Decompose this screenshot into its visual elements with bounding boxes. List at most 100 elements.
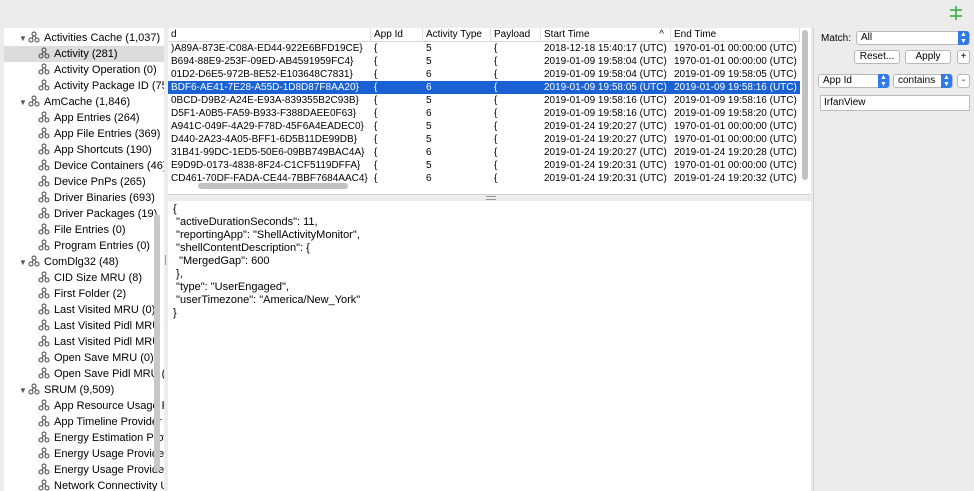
- apply-button[interactable]: Apply: [905, 50, 951, 64]
- table-cell-app: {: [374, 82, 378, 93]
- disclosure-triangle-icon[interactable]: ▼: [18, 383, 28, 399]
- column-header[interactable]: Activity Type: [423, 28, 491, 41]
- tree-item[interactable]: App Timeline Provider (: [4, 414, 164, 430]
- table-row[interactable]: 0BCD-D9B2-A24E-E93A-839355B2C93B} {5 {2019…: [168, 94, 800, 107]
- tree-item[interactable]: Activity Package ID (75: [4, 78, 164, 94]
- node-icon: [38, 319, 54, 332]
- activity-table: d App Id Activity Type Payload Start Time ^ En…: [168, 28, 811, 194]
- node-icon: [38, 207, 54, 220]
- operator-select-value: contains: [898, 75, 936, 86]
- tree-item-label: Open Save Pidl MRU (2: [54, 368, 165, 380]
- tree-item[interactable]: Device Containers (46): [4, 158, 164, 174]
- table-cell-payload: {: [494, 121, 498, 132]
- tree-item[interactable]: Last Visited Pidl MRU L: [4, 334, 164, 350]
- tree-item[interactable]: Open Save Pidl MRU (2: [4, 366, 165, 382]
- operator-select[interactable]: contains ▲ ▼: [893, 74, 953, 88]
- table-cell-end: 2019-01-09 19:58:16 (UTC): [674, 82, 797, 93]
- tree-item[interactable]: Open Save MRU (0): [4, 350, 154, 366]
- filter-value-input[interactable]: IrfanView: [820, 95, 970, 111]
- tree-item[interactable]: App Entries (264): [4, 110, 140, 126]
- table-row[interactable]: E9D9D-0173-4838-8F24-C1CF5119DFFA} {5 {201…: [168, 159, 800, 172]
- table-cell-start: 2019-01-24 19:20:31 (UTC): [544, 173, 667, 184]
- table-cell-start: 2019-01-09 19:58:16 (UTC): [544, 108, 667, 119]
- table-cell-type: 6: [426, 69, 432, 80]
- tree-group[interactable]: ▼ AmCache (1,846): [4, 94, 130, 110]
- tree-item-label: SRUM (9,509): [44, 384, 115, 396]
- chevron-updown-icon: ▲ ▼: [941, 74, 952, 88]
- table-row[interactable]: )A89A-873E-C08A-ED44-922E6BFD19CE} {5 {201…: [168, 42, 800, 55]
- chevron-updown-icon: ▲ ▼: [878, 74, 889, 88]
- table-vertical-scrollbar[interactable]: [802, 30, 808, 180]
- table-cell-app: {: [374, 160, 378, 171]
- tree-group[interactable]: ▼ ComDlg32 (48): [4, 254, 119, 270]
- table-cell-start: 2018-12-18 15:40:17 (UTC): [544, 43, 667, 54]
- table-cell-end: 2019-01-24 19:20:28 (UTC): [674, 147, 797, 158]
- table-row[interactable]: 01D2-D6E5-972B-8E52-E103648C7831} {6 {2019…: [168, 68, 800, 81]
- table-cell-type: 6: [426, 173, 432, 184]
- chevron-updown-icon: ▲ ▼: [958, 31, 969, 45]
- tree-item[interactable]: Program Entries (0): [4, 238, 150, 254]
- disclosure-triangle-icon[interactable]: ▼: [18, 31, 28, 47]
- table-row[interactable]: B694-88E9-253F-09ED-AB4591959FC4} {5 {2019…: [168, 55, 800, 68]
- table-cell-app: {: [374, 173, 378, 184]
- tree-item[interactable]: App Resource Usage P: [4, 398, 164, 414]
- toolbar: [0, 0, 974, 29]
- match-select[interactable]: All ▲ ▼: [856, 31, 970, 45]
- table-cell-end: 2019-01-09 19:58:16 (UTC): [674, 95, 797, 106]
- tree-item[interactable]: Activity (281): [4, 46, 164, 62]
- tree-item[interactable]: Energy Usage Provider: [4, 446, 164, 462]
- tree-item[interactable]: App File Entries (369): [4, 126, 160, 142]
- node-icon: [38, 399, 54, 412]
- tree-item-label: File Entries (0): [54, 224, 126, 236]
- reset-button[interactable]: Reset...: [854, 50, 900, 64]
- tree-item-label: Activity Operation (0): [54, 64, 157, 76]
- column-header[interactable]: App Id: [371, 28, 423, 41]
- table-horizontal-scrollbar[interactable]: [198, 183, 348, 189]
- column-header[interactable]: Payload: [491, 28, 541, 41]
- disclosure-triangle-icon[interactable]: ▼: [18, 95, 28, 111]
- table-cell-type: 5: [426, 160, 432, 171]
- table-row[interactable]: A941C-049F-4A29-F78D-45F6A4EADEC0} {5 {201…: [168, 120, 800, 133]
- tree-item[interactable]: Driver Packages (19): [4, 206, 157, 222]
- table-cell-payload: {: [494, 160, 498, 171]
- tree-group[interactable]: ▼ SRUM (9,509): [4, 382, 114, 398]
- tree-item[interactable]: Activity Operation (0): [4, 62, 157, 78]
- tree-item[interactable]: Last Visited Pidl MRU (: [4, 318, 164, 334]
- tree-item[interactable]: Last Visited MRU (0): [4, 302, 155, 318]
- table-cell-id: )A89A-873E-C08A-ED44-922E6BFD19CE}: [171, 43, 363, 54]
- pane-splitter-grip[interactable]: [486, 196, 496, 200]
- tree-item[interactable]: CID Size MRU (8): [4, 270, 142, 286]
- tree-item[interactable]: Network Connectivity U: [4, 478, 164, 491]
- tree-item-label: Energy Usage Provider: [54, 464, 165, 476]
- add-criterion-button[interactable]: +: [957, 50, 970, 64]
- tree-item-label: Driver Binaries (693): [54, 192, 155, 204]
- tree-item[interactable]: App Shortcuts (190): [4, 142, 152, 158]
- column-header[interactable]: End Time: [671, 28, 800, 41]
- tree-scrollbar[interactable]: [154, 214, 160, 472]
- tree-item[interactable]: First Folder (2): [4, 286, 126, 302]
- payload-json-view: { "activeDurationSeconds": 11, "reportin…: [168, 201, 811, 491]
- tree-item[interactable]: Energy Estimation Prov: [4, 430, 164, 446]
- table-cell-start: 2019-01-09 19:58:04 (UTC): [544, 56, 667, 67]
- tree-item[interactable]: Energy Usage Provider: [4, 462, 165, 478]
- table-row[interactable]: 31B41-99DC-1ED5-50E6-09BB749BAC4A} {6 {201…: [168, 146, 800, 159]
- tree-group[interactable]: ▼ Activities Cache (1,037): [4, 30, 160, 46]
- table-cell-start: 2019-01-24 19:20:31 (UTC): [544, 160, 667, 171]
- tree-item[interactable]: File Entries (0): [4, 222, 126, 238]
- json-line: }: [173, 307, 177, 319]
- artifact-tree: ▼ Activities Cache (1,037) Activity (281) A…: [4, 28, 165, 491]
- disclosure-triangle-icon[interactable]: ▼: [18, 255, 28, 271]
- table-cell-start: 2019-01-09 19:58:16 (UTC): [544, 95, 667, 106]
- node-icon: [38, 287, 54, 300]
- filter-toggle-icon[interactable]: [948, 5, 964, 21]
- remove-criterion-button[interactable]: -: [957, 74, 970, 88]
- table-cell-type: 5: [426, 95, 432, 106]
- column-header[interactable]: d: [168, 28, 371, 41]
- tree-item[interactable]: Device PnPs (265): [4, 174, 146, 190]
- column-header[interactable]: Start Time ^: [541, 28, 671, 41]
- table-row[interactable]: BDF6-AE41-7E28-A55D-1D8D87F8AA20} {6 {2019…: [168, 81, 800, 94]
- field-select[interactable]: App Id ▲ ▼: [818, 74, 890, 88]
- table-row[interactable]: D440-2A23-4A05-BFF1-6D5B11DE99DB} {5 {2019…: [168, 133, 800, 146]
- tree-item[interactable]: Driver Binaries (693): [4, 190, 155, 206]
- table-row[interactable]: D5F1-A0B5-FA59-B933-F388DAEE0F63} {6 {2019…: [168, 107, 800, 120]
